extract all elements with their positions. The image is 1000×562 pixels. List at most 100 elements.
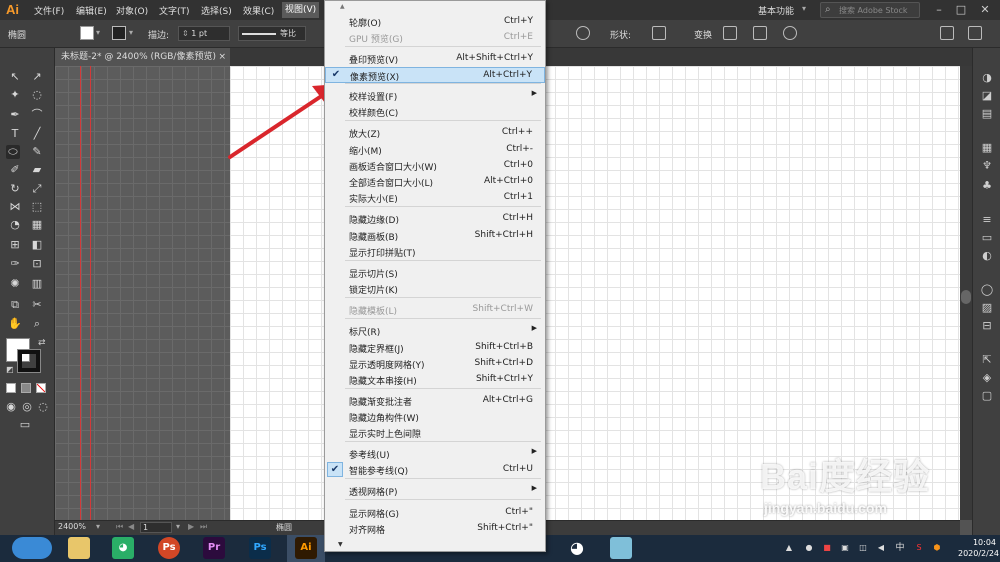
blend-icon[interactable]: ⊡ <box>30 257 44 271</box>
powerpoint-icon[interactable]: Ps <box>158 537 180 559</box>
menu-select[interactable]: 选择(S) <box>201 4 232 17</box>
chevron-down-icon[interactable]: ▾ <box>96 28 100 37</box>
maximize-icon[interactable]: □ <box>954 3 968 17</box>
transparency-icon[interactable]: ◐ <box>980 250 994 262</box>
view-menu-item[interactable]: 显示透明度网格(Y) Shift+Ctrl+D <box>325 356 545 372</box>
view-menu-item[interactable]: 隐藏文本串接(H) Shift+Ctrl+Y <box>325 372 545 388</box>
panel-menu-icon[interactable] <box>940 26 954 40</box>
chevron-down-icon[interactable]: ▾ <box>96 522 100 531</box>
align-icon[interactable] <box>723 26 737 40</box>
menu-view[interactable]: 视图(V) <box>282 2 320 18</box>
view-menu-item[interactable]: 隐藏渐变批注者 Alt+Ctrl+G <box>325 393 545 409</box>
scroll-up-icon[interactable]: ▲ <box>324 3 546 10</box>
color-guide-icon[interactable]: ◪ <box>980 90 994 102</box>
draw-inside-icon[interactable]: ◌ <box>36 400 50 414</box>
menu-file[interactable]: 文件(F) <box>34 4 64 17</box>
view-menu-item[interactable]: 放大(Z) Ctrl++ <box>325 125 545 141</box>
menu-edit[interactable]: 编辑(E) <box>76 4 107 17</box>
view-menu-item[interactable]: 全部适合窗口大小(L) Alt+Ctrl+0 <box>325 174 545 190</box>
rotate-icon[interactable]: ↻ <box>8 182 22 196</box>
chevron-down-icon[interactable]: ▾ <box>176 522 180 531</box>
view-menu-item[interactable]: 校样设置(F) ▶ <box>325 88 545 104</box>
view-menu-item[interactable]: 隐藏画板(B) Shift+Ctrl+H <box>325 228 545 244</box>
illustrator-icon[interactable]: Ai <box>295 537 317 559</box>
selection-tool-icon[interactable]: ↖ <box>8 70 22 84</box>
asset-export-icon[interactable]: ⇱ <box>980 354 994 366</box>
menu-type[interactable]: 文字(T) <box>159 4 190 17</box>
view-menu-item[interactable]: 显示切片(S) <box>325 265 545 281</box>
view-menu-item[interactable]: 锁定切片(K) <box>325 281 545 297</box>
zoom-tool-icon[interactable]: ⌕ <box>30 317 44 331</box>
ime-indicator[interactable]: 中 <box>894 543 906 553</box>
isolate-icon[interactable] <box>753 26 767 40</box>
pen-tool-icon[interactable]: ✒ <box>8 108 22 122</box>
artboards-panel-icon[interactable]: ▢ <box>980 390 994 402</box>
tray-app-icon[interactable]: ⬢ <box>932 543 942 553</box>
next-artboard-icon[interactable]: ▶ <box>188 522 194 531</box>
view-menu-item[interactable]: 轮廓(O) Ctrl+Y <box>325 14 545 30</box>
view-menu-item[interactable]: 标尺(R) ▶ <box>325 323 545 339</box>
appearance-icon[interactable]: ◯ <box>980 284 994 296</box>
stroke-color-swatch[interactable] <box>17 349 41 373</box>
brushes-icon[interactable]: ♆ <box>980 160 994 172</box>
close-tab-icon[interactable]: × <box>218 48 226 66</box>
none-mode-icon[interactable] <box>36 383 46 393</box>
symbol-sprayer-icon[interactable]: ✺ <box>8 277 22 291</box>
stroke-panel-icon[interactable]: ≡ <box>980 214 994 226</box>
fill-swatch[interactable] <box>80 26 94 40</box>
zoom-level[interactable]: 2400% <box>58 522 86 531</box>
align-panel-icon[interactable]: ⊟ <box>980 320 994 332</box>
scroll-down-icon[interactable]: ▼ <box>338 541 343 548</box>
view-menu-item[interactable]: 显示打印拼贴(T) <box>325 244 545 260</box>
document-tab[interactable]: 未标题-2* @ 2400% (RGB/像素预览) × <box>55 48 230 66</box>
transform-button[interactable]: 变换 <box>694 28 712 41</box>
premiere-icon[interactable]: Pr <box>203 537 225 559</box>
volume-icon[interactable]: ◀ <box>876 543 886 553</box>
hand-tool-icon[interactable]: ✋ <box>8 317 22 331</box>
network-icon[interactable]: ◫ <box>858 543 868 553</box>
view-menu-item[interactable]: 隐藏边缘(D) Ctrl+H <box>325 211 545 227</box>
paintbrush-icon[interactable]: ✎ <box>30 145 44 159</box>
draw-behind-icon[interactable]: ◎ <box>20 400 34 414</box>
shape-options-icon[interactable] <box>652 26 666 40</box>
view-menu-item[interactable]: 显示实时上色间隙 <box>325 425 545 441</box>
prev-artboard-icon[interactable]: ◀ <box>128 522 134 531</box>
lasso-icon[interactable]: ◌ <box>30 88 44 102</box>
draw-normal-icon[interactable]: ◉ <box>4 400 18 414</box>
photoshop-icon[interactable]: Ps <box>249 537 271 559</box>
view-menu-item[interactable]: 对齐网格 Shift+Ctrl+" <box>325 521 545 537</box>
minimize-icon[interactable]: – <box>932 3 946 17</box>
view-menu-item[interactable]: 参考线(U) ▶ <box>325 446 545 462</box>
swap-colors-icon[interactable]: ⇄ <box>38 338 46 348</box>
scrollbar-thumb[interactable] <box>961 290 971 304</box>
stroke-weight-field[interactable]: ⇕ 1 pt <box>178 26 230 41</box>
mesh-icon[interactable]: ⊞ <box>8 238 22 252</box>
pasteboard[interactable] <box>55 66 230 520</box>
shape-builder-icon[interactable]: ◔ <box>8 218 22 232</box>
perspective-grid-icon[interactable]: ▦ <box>30 218 44 232</box>
eraser-icon[interactable]: ▰ <box>30 163 44 177</box>
view-menu-item[interactable]: 实际大小(E) Ctrl+1 <box>325 190 545 206</box>
ellipse-tool-icon[interactable]: ⬭ <box>6 145 20 159</box>
menu-object[interactable]: 对象(O) <box>116 4 148 17</box>
artboard-tool-icon[interactable]: ⧉ <box>8 298 22 312</box>
graph-tool-icon[interactable]: ▥ <box>30 277 44 291</box>
arrange-icon[interactable] <box>783 26 797 40</box>
curvature-icon[interactable]: ⌒ <box>30 108 44 122</box>
close-icon[interactable]: ✕ <box>978 3 992 17</box>
width-tool-icon[interactable]: ⋈ <box>8 200 22 214</box>
browser-app-icon[interactable] <box>12 537 52 559</box>
tray-expand-icon[interactable]: ▲ <box>784 543 794 553</box>
chevron-down-icon[interactable]: ▾ <box>802 4 806 13</box>
view-menu-item[interactable]: 隐藏定界框(J) Shift+Ctrl+B <box>325 340 545 356</box>
workspace-switcher[interactable]: 基本功能 <box>758 4 794 17</box>
graphic-styles-icon[interactable]: ▨ <box>980 302 994 314</box>
qq-icon[interactable]: ◕ <box>566 537 588 559</box>
view-menu-item[interactable]: 透视网格(P) ▶ <box>325 483 545 499</box>
stock-search-input[interactable]: ⌕ 搜索 Adobe Stock <box>820 2 920 18</box>
view-menu-item[interactable]: 校样颜色(C) <box>325 104 545 120</box>
slice-tool-icon[interactable]: ✂ <box>30 298 44 312</box>
file-explorer-icon[interactable] <box>68 537 90 559</box>
screen-mode-icon[interactable]: ▭ <box>18 418 32 432</box>
direct-selection-icon[interactable]: ↗ <box>30 70 44 84</box>
